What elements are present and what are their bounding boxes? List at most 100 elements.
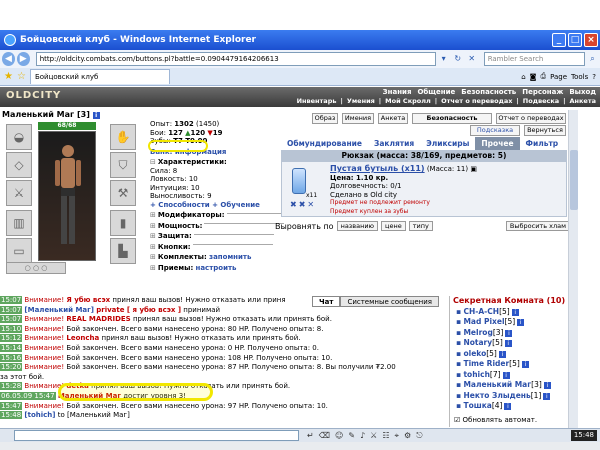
room-user[interactable]: ▪ tohich[7] i [450, 370, 567, 381]
user-nick[interactable]: CH-A-CH [463, 307, 499, 316]
back-button[interactable]: ◀ [2, 52, 15, 66]
subnav-skills[interactable]: Умения [347, 97, 375, 105]
auto-update-checkbox[interactable]: ☑ Обновлять автомат. [454, 415, 537, 426]
chat-prefix[interactable]: Внимание! [24, 354, 64, 362]
subnav-transfers[interactable]: Отчет о переводах [441, 97, 512, 105]
info-icon[interactable]: i [521, 361, 529, 368]
maximize-button[interactable]: □ [568, 33, 582, 47]
subnav-inventory[interactable]: Инвентарь [297, 97, 337, 105]
chat-prefix[interactable]: Внимание! [24, 296, 64, 304]
room-user[interactable]: ▪ Melrog[3] i [450, 328, 567, 339]
people-icon[interactable]: ☷ [382, 431, 389, 441]
tab-filter[interactable]: Фильтр [520, 137, 565, 150]
chat-prefix[interactable]: Внимание! [24, 344, 64, 352]
page-scrollbar[interactable] [568, 110, 578, 445]
smile-icon[interactable]: ☺ [335, 431, 343, 441]
chat-prefix[interactable]: Внимание! [24, 315, 64, 323]
tab-combats[interactable]: Бойцовский клуб [29, 69, 170, 84]
item-action-icons[interactable]: ✖✖✕ [290, 200, 316, 209]
room-user[interactable]: ▪ Маленький Маг[3] i [450, 380, 567, 391]
chat-input[interactable] [14, 430, 299, 441]
subnav-scroll[interactable]: Мой Скролл [385, 97, 431, 105]
sort-by-price-button[interactable]: цене [381, 221, 406, 231]
boots-slot[interactable]: ▙ [110, 238, 136, 264]
sound-icon[interactable]: ♪ [360, 431, 365, 441]
feeds-icon[interactable]: ◙ [530, 73, 537, 81]
skills-link[interactable]: + Способности + Обучение [150, 201, 260, 209]
settings-icon[interactable]: ⚙ [404, 431, 411, 441]
tab-system-messages[interactable]: Системные сообщения [340, 296, 439, 307]
close-button[interactable]: × [584, 33, 598, 47]
chat-nick[interactable]: Я убю всэх [66, 296, 110, 304]
room-user[interactable]: ▪ Time Rider[5] i [450, 359, 567, 370]
info-icon[interactable]: i [543, 382, 551, 389]
exit-icon[interactable]: ⎋ [416, 431, 422, 441]
room-user[interactable]: ▪ Mad Pixel[5] i [450, 317, 567, 328]
clear-icon[interactable]: ⌫ [319, 431, 330, 441]
user-nick[interactable]: Time Rider [463, 359, 509, 368]
user-nick[interactable]: Некто Злыдень [463, 391, 530, 400]
info-icon[interactable]: i [505, 329, 513, 337]
legs-slot[interactable]: ▮ [110, 210, 136, 236]
helmet-slot[interactable]: ◒ [6, 124, 32, 150]
info-icon[interactable]: i [511, 308, 519, 316]
remember-link[interactable]: запомнить [209, 253, 251, 261]
expand-icon[interactable]: ⊞ [150, 243, 156, 251]
chat-nick[interactable]: Leoncha [66, 334, 99, 342]
image-button[interactable]: Образ [312, 113, 338, 124]
print-icon[interactable]: ⎙ [540, 72, 546, 81]
sort-by-name-button[interactable]: названию [336, 221, 379, 231]
user-nick[interactable]: Тошка [463, 401, 491, 410]
send-icon[interactable]: ↵ [307, 431, 314, 441]
item-info-icon[interactable]: ▣ [470, 165, 477, 173]
favorites-star-icon[interactable]: ★ [4, 71, 13, 82]
page-menu[interactable]: Page [550, 73, 567, 81]
search-input[interactable]: Rambler Search [483, 52, 585, 66]
info-icon[interactable]: i [504, 403, 512, 410]
tab-equipment[interactable]: Обмундирование [281, 137, 368, 150]
sort-by-type-button[interactable]: типу [408, 221, 433, 231]
room-user[interactable]: ▪ Notary[5] i [450, 338, 567, 349]
expand-icon[interactable]: ⊞ [150, 222, 156, 230]
help-icon[interactable]: ? [592, 73, 596, 81]
info-icon[interactable]: i [92, 112, 100, 119]
user-nick[interactable]: Notary [463, 338, 492, 347]
chat-prefix[interactable]: Внимание! [24, 334, 64, 342]
armor-slot[interactable]: ▥ [6, 210, 32, 236]
room-user[interactable]: ▪ Тошка[4] i [450, 401, 567, 412]
chat-prefix[interactable]: Внимание! [24, 325, 64, 333]
tab-elixirs[interactable]: Эликсиры [420, 137, 475, 150]
belt-slot[interactable]: ▭ [6, 238, 32, 264]
fight-icon[interactable]: ⚔ [370, 431, 377, 441]
ring-slots[interactable]: ○ ○ ○ [6, 262, 66, 274]
info-icon[interactable]: i [498, 350, 506, 358]
weapon-slot[interactable]: ⚔ [6, 180, 32, 206]
chat-nick[interactable]: REAL MADRIDES [66, 315, 130, 323]
user-nick[interactable]: Mad Pixel [463, 317, 504, 326]
user-nick[interactable]: oleko [463, 349, 486, 358]
nav-security[interactable]: Безопасность [461, 88, 516, 96]
tab-spells[interactable]: Заклятия [368, 137, 420, 150]
gloves-slot[interactable]: ✋ [110, 124, 136, 150]
info-icon[interactable]: i [502, 371, 510, 379]
chat-prefix[interactable]: Внимание! [24, 363, 64, 371]
scroll-thumb[interactable] [570, 150, 578, 210]
security-button[interactable]: Безопасность [412, 113, 492, 124]
subnav-profile[interactable]: Анкета [570, 97, 597, 105]
expand-icon[interactable]: ⊞ [150, 264, 156, 272]
map-icon[interactable]: ⌖ [395, 431, 400, 441]
tools-menu[interactable]: Tools [571, 73, 588, 81]
tab-other[interactable]: Прочее [475, 137, 520, 150]
nav-character[interactable]: Персонаж [522, 88, 563, 96]
chat-prefix[interactable]: Внимание! [24, 402, 64, 410]
bottle-icon[interactable] [292, 168, 306, 194]
configure-link[interactable]: настроить [195, 264, 236, 272]
expand-icon[interactable]: ⊞ [150, 253, 156, 261]
tab-chat[interactable]: Чат [312, 296, 341, 307]
chat-nick[interactable]: private [ я убю всэх ] [96, 306, 181, 314]
hint-button[interactable]: Подсказка [470, 125, 520, 136]
minimize-button[interactable]: _ [552, 33, 566, 47]
stop-icon[interactable]: ✕ [466, 53, 478, 65]
throw-junk-button[interactable]: Выбросить хлам [505, 221, 570, 231]
forward-button[interactable]: ▶ [16, 52, 30, 66]
